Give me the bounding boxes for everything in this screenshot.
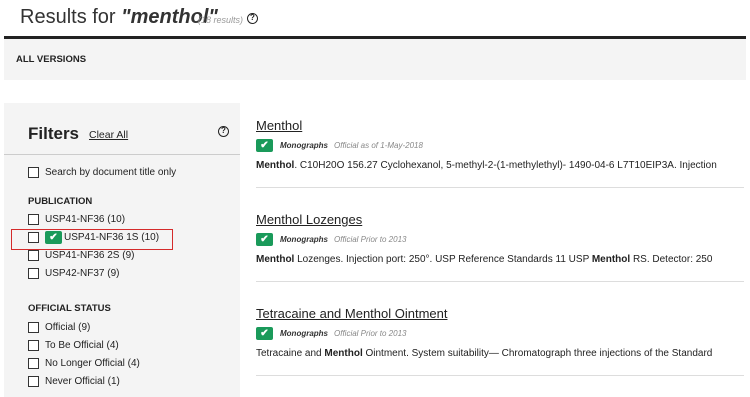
status-checkbox[interactable] <box>28 340 39 351</box>
result-type: Monographs <box>280 329 328 338</box>
filters-sidebar: Filters Clear All ? Search by document t… <box>4 103 240 397</box>
result-status: Official Prior to 2013 <box>334 329 407 338</box>
publication-heading: PUBLICATION <box>28 196 93 207</box>
result-snippet: Menthol. C10H20O 156.27 Cyclohexanol, 5-… <box>256 160 746 171</box>
check-icon: ✔ <box>256 327 273 340</box>
status-checkbox[interactable] <box>28 322 39 333</box>
snippet-text: . C10H20O 156.27 Cyclohexanol, 5-methyl-… <box>294 160 717 171</box>
result-item: Menthol Lozenges ✔ Monographs Official P… <box>256 212 746 265</box>
search-title-only-checkbox[interactable] <box>28 167 39 178</box>
results-header: Results for "menthol" (18 results) ? <box>0 0 750 36</box>
all-versions-tab[interactable]: ALL VERSIONS <box>16 54 86 65</box>
result-meta: ✔ Monographs Official Prior to 2013 <box>256 327 746 341</box>
check-icon: ✔ <box>256 139 273 152</box>
result-divider <box>256 375 744 376</box>
snippet-highlight: Menthol <box>324 348 363 359</box>
result-status: Official as of 1-May-2018 <box>334 141 423 150</box>
snippet-text: Lozenges. Injection port: 250°. USP Refe… <box>294 254 592 265</box>
publication-checkbox[interactable] <box>28 214 39 225</box>
status-checkbox[interactable] <box>28 376 39 387</box>
check-icon: ✔ <box>256 233 273 246</box>
status-label: Never Official (1) <box>45 376 120 387</box>
result-title-link[interactable]: Tetracaine and Menthol Ointment <box>256 306 746 321</box>
result-type: Monographs <box>280 235 328 244</box>
result-status: Official Prior to 2013 <box>334 235 407 244</box>
result-title-link[interactable]: Menthol Lozenges <box>256 212 746 227</box>
help-icon[interactable]: ? <box>247 13 258 24</box>
snippet-text: Tetracaine and <box>256 348 325 359</box>
result-item: Menthol ✔ Monographs Official as of 1-Ma… <box>256 118 746 171</box>
snippet-highlight: Menthol <box>256 254 295 265</box>
status-label: Official (9) <box>45 322 91 333</box>
status-label: To Be Official (4) <box>45 340 119 351</box>
publication-label: USP41-NF36 (10) <box>45 214 126 225</box>
result-divider <box>256 281 744 282</box>
result-meta: ✔ Monographs Official as of 1-May-2018 <box>256 139 746 153</box>
title-prefix: Results for <box>20 6 122 28</box>
status-checkbox[interactable] <box>28 358 39 369</box>
filters-help-icon[interactable]: ? <box>218 126 229 137</box>
clear-all-link[interactable]: Clear All <box>89 129 128 141</box>
result-snippet: Menthol Lozenges. Injection port: 250°. … <box>256 254 746 265</box>
result-item: Tetracaine and Menthol Ointment ✔ Monogr… <box>256 306 746 359</box>
result-type: Monographs <box>280 141 328 150</box>
snippet-highlight: Menthol <box>256 160 295 171</box>
selected-filter-highlight <box>11 229 173 250</box>
result-count: (18 results) <box>198 15 244 25</box>
snippet-text: RS. Detector: 250 <box>630 254 713 265</box>
publication-label: USP41-NF36 2S (9) <box>45 250 135 261</box>
result-divider <box>256 187 744 188</box>
search-title-only-label: Search by document title only <box>45 167 177 178</box>
page-title: Results for "menthol" <box>20 6 218 29</box>
result-title-link[interactable]: Menthol <box>256 118 746 133</box>
publication-checkbox[interactable] <box>28 268 39 279</box>
publication-label: USP42-NF37 (9) <box>45 268 120 279</box>
version-toolbar: ALL VERSIONS <box>4 36 746 80</box>
official-status-heading: OFFICIAL STATUS <box>28 303 111 314</box>
snippet-highlight: Menthol <box>591 254 631 265</box>
result-snippet: Tetracaine and Menthol Ointment. System … <box>256 348 746 359</box>
status-label: No Longer Official (4) <box>45 358 140 369</box>
filters-title: Filters <box>28 124 80 143</box>
publication-checkbox[interactable] <box>28 250 39 261</box>
snippet-text: Ointment. System suitability— Chromatogr… <box>362 348 713 359</box>
filters-divider <box>4 154 240 155</box>
result-meta: ✔ Monographs Official Prior to 2013 <box>256 233 746 247</box>
